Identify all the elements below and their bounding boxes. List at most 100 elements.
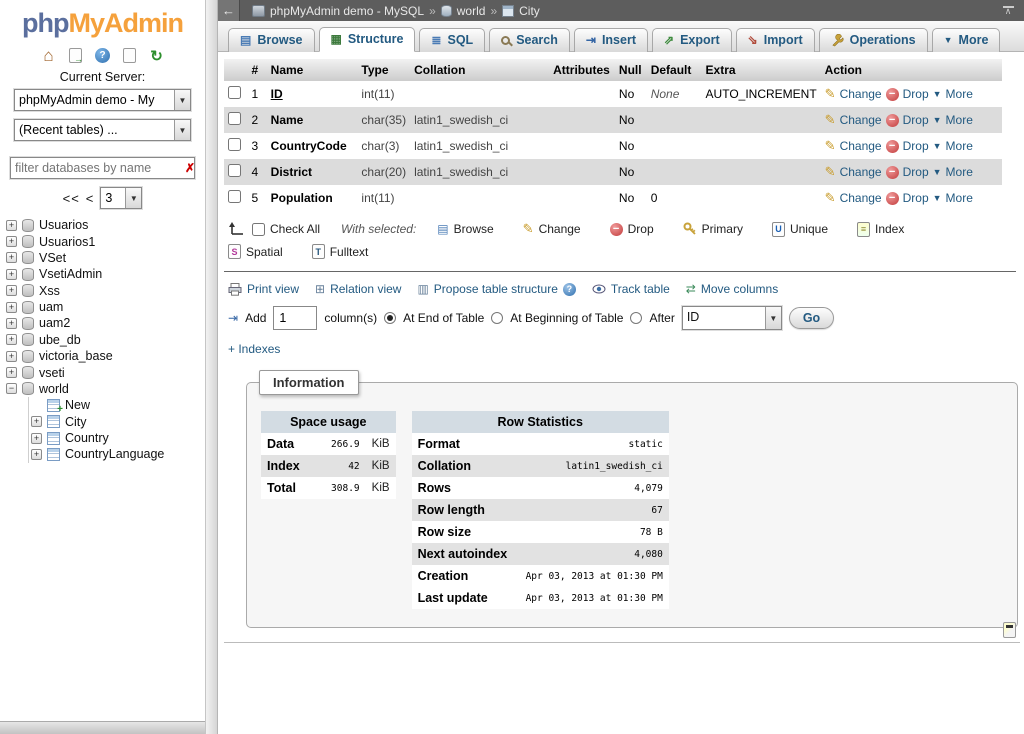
col-header-type[interactable]: Type: [357, 59, 410, 81]
home-icon[interactable]: ⌂: [40, 47, 57, 64]
page-fast-prev-link[interactable]: <<: [63, 191, 80, 206]
clear-filter-icon[interactable]: ✗: [180, 161, 200, 175]
row-checkbox[interactable]: [228, 138, 241, 151]
radio-at-beginning-label[interactable]: At Beginning of Table: [510, 311, 623, 325]
breadcrumb-database-link[interactable]: world: [457, 4, 486, 18]
tab-import[interactable]: ⇘Import: [736, 28, 815, 52]
move-columns-link[interactable]: ⇄Move columns: [686, 282, 778, 296]
database-link[interactable]: VsetiAdmin: [39, 267, 102, 281]
server-select[interactable]: phpMyAdmin demo - My ▼: [14, 89, 191, 111]
row-checkbox[interactable]: [228, 190, 241, 203]
database-link[interactable]: ube_db: [39, 333, 81, 347]
tab-export[interactable]: ⇗Export: [652, 28, 732, 52]
table-link[interactable]: City: [65, 415, 87, 429]
expand-icon[interactable]: +: [6, 318, 17, 329]
database-link[interactable]: uam2: [39, 316, 70, 330]
database-link[interactable]: victoria_base: [39, 349, 113, 363]
radio-at-end-label[interactable]: At End of Table: [403, 311, 484, 325]
table-link[interactable]: Country: [65, 431, 109, 445]
expand-icon[interactable]: +: [6, 269, 17, 280]
page-prev-link[interactable]: <: [86, 191, 95, 206]
tab-browse[interactable]: ▤Browse: [228, 28, 315, 52]
collapse-icon[interactable]: −: [6, 383, 17, 394]
change-link[interactable]: Change: [840, 113, 882, 127]
change-link[interactable]: Change: [840, 139, 882, 153]
open-new-window-icon[interactable]: [1003, 622, 1016, 638]
radio-after[interactable]: [630, 312, 642, 324]
change-link[interactable]: Change: [840, 191, 882, 205]
after-column-select[interactable]: ID ▼: [682, 306, 782, 330]
expand-icon[interactable]: +: [6, 367, 17, 378]
check-all-checkbox[interactable]: [252, 223, 265, 236]
more-link[interactable]: More: [946, 191, 973, 205]
expand-icon[interactable]: +: [6, 236, 17, 247]
row-checkbox[interactable]: [228, 112, 241, 125]
help-icon[interactable]: ?: [563, 283, 576, 296]
expand-icon[interactable]: +: [6, 351, 17, 362]
database-link[interactable]: Usuarios: [39, 218, 88, 232]
reload-navigation-icon[interactable]: ↻: [148, 47, 165, 64]
column-count-input[interactable]: [273, 306, 317, 330]
expand-icon[interactable]: +: [6, 334, 17, 345]
change-link[interactable]: Change: [840, 165, 882, 179]
go-button[interactable]: Go: [789, 307, 834, 329]
tab-structure[interactable]: ▦Structure: [319, 27, 416, 52]
table-link[interactable]: CountryLanguage: [65, 447, 164, 461]
database-link[interactable]: world: [39, 382, 69, 396]
database-link[interactable]: Xss: [39, 284, 60, 298]
phpmyadmin-logo[interactable]: phpMyAdmin: [0, 0, 205, 41]
drop-link[interactable]: Drop: [903, 191, 929, 205]
filter-databases-input[interactable]: [11, 159, 180, 177]
selected-drop-button[interactable]: −Drop: [610, 222, 654, 236]
drop-link[interactable]: Drop: [903, 113, 929, 127]
selected-index-button[interactable]: ≡Index: [857, 222, 904, 237]
print-view-link[interactable]: Print view: [228, 282, 299, 296]
collapse-panel-icon[interactable]: ∧: [998, 6, 1024, 15]
col-header-default[interactable]: Default: [647, 59, 702, 81]
expand-icon[interactable]: +: [6, 220, 17, 231]
selected-fulltext-button[interactable]: TFulltext: [312, 244, 369, 259]
expand-icon[interactable]: +: [6, 252, 17, 263]
drop-link[interactable]: Drop: [903, 165, 929, 179]
expand-icon[interactable]: +: [6, 285, 17, 296]
col-header-collation[interactable]: Collation: [410, 59, 549, 81]
logout-icon[interactable]: →: [67, 47, 84, 64]
selected-spatial-button[interactable]: SSpatial: [228, 244, 283, 259]
change-link[interactable]: Change: [840, 87, 882, 101]
more-link[interactable]: More: [946, 87, 973, 101]
more-link[interactable]: More: [946, 139, 973, 153]
col-header-attributes[interactable]: Attributes: [549, 59, 615, 81]
more-link[interactable]: More: [946, 165, 973, 179]
documentation-icon[interactable]: ?: [94, 47, 111, 64]
tab-search[interactable]: Search: [489, 28, 570, 52]
expand-icon[interactable]: +: [31, 416, 42, 427]
selected-browse-button[interactable]: ▤Browse: [437, 222, 493, 236]
mysql-docs-icon[interactable]: [121, 47, 138, 64]
database-link[interactable]: Usuarios1: [39, 235, 95, 249]
indexes-toggle-link[interactable]: + Indexes: [228, 342, 280, 356]
radio-at-beginning[interactable]: [491, 312, 503, 324]
tab-insert[interactable]: ⇥Insert: [574, 28, 648, 52]
col-header-null[interactable]: Null: [615, 59, 647, 81]
more-link[interactable]: More: [946, 113, 973, 127]
expand-icon[interactable]: +: [6, 302, 17, 313]
drop-link[interactable]: Drop: [903, 139, 929, 153]
breadcrumb-server-link[interactable]: phpMyAdmin demo - MySQL: [270, 4, 424, 18]
expand-icon[interactable]: +: [31, 449, 42, 460]
radio-after-label[interactable]: After: [649, 311, 674, 325]
radio-at-end[interactable]: [384, 312, 396, 324]
new-table-link[interactable]: New: [65, 398, 90, 412]
propose-structure-link[interactable]: ▥Propose table structure?: [417, 282, 575, 296]
expand-icon[interactable]: +: [31, 433, 42, 444]
drop-link[interactable]: Drop: [903, 87, 929, 101]
selected-primary-button[interactable]: Primary: [683, 222, 743, 236]
database-link[interactable]: vseti: [39, 366, 65, 380]
check-all-label[interactable]: Check All: [270, 222, 320, 236]
relation-view-link[interactable]: ⊞Relation view: [315, 282, 401, 296]
recent-tables-select[interactable]: (Recent tables) ... ▼: [14, 119, 191, 141]
back-button[interactable]: ←: [218, 0, 240, 21]
tab-operations[interactable]: Operations: [819, 28, 928, 52]
col-header-extra[interactable]: Extra: [702, 59, 821, 81]
col-header-hash[interactable]: #: [248, 59, 267, 81]
database-link[interactable]: uam: [39, 300, 63, 314]
